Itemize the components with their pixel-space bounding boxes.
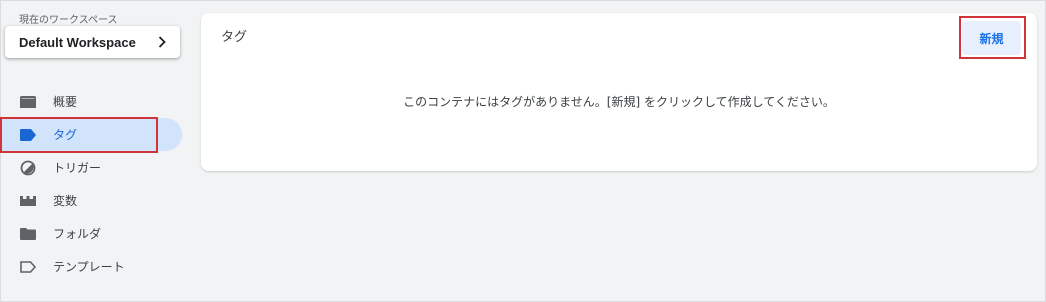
- workspace-label: 現在のワークスペース: [19, 15, 118, 26]
- sidebar-item-overview[interactable]: 概要: [0, 85, 182, 118]
- variables-icon: [19, 192, 37, 210]
- folder-icon: [19, 225, 37, 243]
- tags-card: タグ 新規 このコンテナにはタグがありません。[新規] をクリックして作成してく…: [201, 13, 1037, 171]
- sidebar-item-label: テンプレート: [53, 260, 125, 274]
- tag-icon: [19, 126, 37, 144]
- sidebar-item-triggers[interactable]: トリガー: [0, 151, 182, 184]
- page-title: タグ: [221, 30, 248, 45]
- template-icon: [19, 258, 37, 276]
- sidebar-item-label: タグ: [53, 128, 78, 142]
- overview-icon: [19, 93, 37, 111]
- workspace-selector[interactable]: Default Workspace: [5, 26, 180, 58]
- empty-state-message: このコンテナにはタグがありません。[新規] をクリックして作成してください。: [403, 95, 835, 109]
- sidebar-item-label: 概要: [53, 95, 78, 109]
- sidebar-item-label: トリガー: [53, 161, 102, 175]
- sidebar-item-tags[interactable]: タグ: [0, 118, 182, 151]
- workspace-name: Default Workspace: [19, 34, 136, 50]
- sidebar-item-label: フォルダ: [53, 227, 102, 241]
- sidebar-item-templates[interactable]: テンプレート: [0, 250, 182, 283]
- sidebar-item-folders[interactable]: フォルダ: [0, 217, 182, 250]
- new-tag-button[interactable]: 新規: [962, 21, 1021, 55]
- sidebar-nav: 概要 タグ トリガー 変数 フォルダ テンプレート: [0, 85, 182, 283]
- trigger-icon: [19, 159, 37, 177]
- sidebar-item-variables[interactable]: 変数: [0, 184, 182, 217]
- chevron-right-icon: [156, 36, 168, 48]
- sidebar-item-label: 変数: [53, 194, 78, 208]
